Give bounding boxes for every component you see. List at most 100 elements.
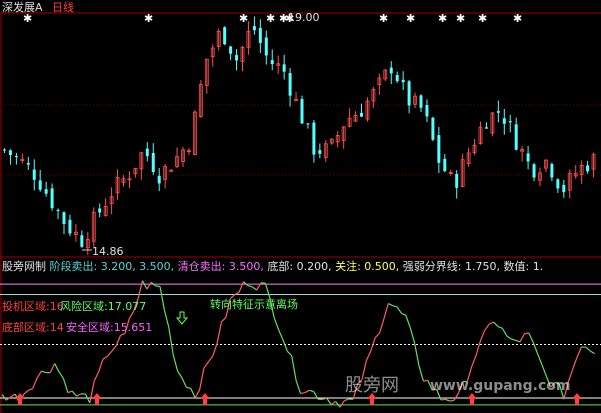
indicator-segment	[36, 370, 43, 379]
indicator-segment	[330, 401, 336, 406]
candlestick	[455, 174, 459, 188]
candlestick	[300, 99, 304, 124]
buy-arrow-up-icon	[200, 393, 210, 405]
period-label[interactable]: 日线	[52, 1, 74, 14]
candlestick	[532, 164, 536, 178]
indicator-segment	[484, 323, 490, 331]
indicator-segment	[541, 364, 547, 377]
buy-arrow-up-icon	[467, 393, 477, 405]
indicator-header: 股旁网制 阶段卖出: 3.200, 3.500, 清仓卖出: 3.500, 底部…	[2, 260, 543, 273]
indicator-segment	[378, 318, 385, 334]
indicator-segment	[344, 398, 350, 402]
indicator-segment	[532, 341, 539, 354]
candlestick	[550, 164, 554, 178]
signal-star-icon: ✱	[144, 12, 153, 25]
indicator-segment	[238, 281, 244, 293]
indicator-segment	[326, 397, 332, 405]
indicator-segment	[536, 353, 543, 365]
speculation-zone-label: 投机区域:16	[2, 300, 64, 313]
indicator-segment	[76, 393, 82, 397]
sell-arrow-down-icon	[175, 311, 189, 325]
candlestick	[229, 46, 233, 54]
risk-zone-label: 风险区域:17.077	[60, 300, 147, 313]
indicator-segment	[186, 386, 191, 389]
indicator-segment	[295, 380, 302, 394]
indicator-segment	[445, 398, 450, 402]
indicator-segment	[41, 370, 47, 374]
indicator-segment	[181, 377, 187, 388]
candlestick	[431, 117, 435, 140]
indicator-segment	[506, 335, 512, 340]
candlestick	[14, 155, 18, 157]
candlestick	[514, 124, 518, 150]
candlestick	[98, 208, 102, 213]
indicator-segment	[172, 354, 179, 372]
watch-value: 关注: 0.500,	[335, 260, 400, 273]
candlestick	[157, 175, 161, 184]
safe-zone-label: 安全区域:15.651	[66, 321, 153, 334]
indicator-segment	[203, 361, 209, 369]
indicator-segment	[111, 345, 117, 352]
indicator-segment	[339, 400, 345, 408]
indicator-segment	[286, 350, 293, 357]
indicator-segment	[304, 389, 310, 394]
indicator-segment	[168, 327, 174, 355]
indicator-segment	[1, 394, 7, 401]
indicator-segment	[515, 339, 521, 343]
indicator-segment	[409, 327, 416, 344]
candlestick	[586, 165, 590, 172]
candlestick	[318, 150, 322, 154]
candlestick	[8, 150, 12, 156]
watermark-url: www.gupang.com	[430, 378, 571, 394]
candlestick	[223, 27, 227, 45]
candlestick	[44, 189, 48, 194]
candlestick	[407, 81, 411, 106]
indicator-segment	[501, 327, 508, 337]
indicator-segment	[194, 389, 201, 399]
indicator-segment	[453, 392, 460, 401]
bottom-value: 底部: 0.200,	[267, 260, 332, 273]
indicator-segment	[23, 389, 29, 395]
signal-star-icon: ✱	[513, 12, 522, 25]
indicator-segment	[273, 317, 280, 330]
indicator-segment	[291, 355, 297, 381]
indicator-segment	[585, 346, 591, 352]
indicator-segment	[159, 286, 166, 311]
indicator-segment	[572, 357, 578, 370]
indicator-segment	[423, 379, 428, 382]
indicator-segment	[440, 398, 446, 401]
value-readout: 数值: 1.	[503, 260, 544, 273]
buy-arrow-up-icon	[92, 393, 102, 405]
signal-star-icon: ✱	[239, 12, 248, 25]
indicator-segment	[576, 346, 582, 358]
chart-canvas[interactable]: ✱ ✱ ✱ ✱ ✱✱ ✱ ✱ ✱ ✱ ✱ ✱	[0, 0, 601, 413]
indicator-segment	[141, 280, 148, 290]
indicator-segment	[247, 285, 253, 288]
candlestick	[419, 95, 423, 108]
indicator-segment	[300, 392, 305, 394]
indicator-segment	[449, 399, 455, 402]
indicator-segment	[102, 355, 108, 360]
indicator-segment	[6, 396, 12, 401]
indicator-segment	[418, 365, 424, 382]
indicator-segment	[264, 282, 271, 298]
candlestick	[62, 212, 66, 225]
candlestick	[401, 79, 405, 83]
candlestick	[502, 118, 506, 124]
indicator-segment	[365, 350, 372, 361]
indicator-segment	[524, 332, 529, 335]
indicator-segment	[335, 401, 341, 408]
indicator-segment	[374, 332, 380, 339]
candlestick	[270, 60, 274, 65]
candlestick	[288, 73, 292, 96]
indicator-segment	[278, 329, 284, 340]
indicator-segment	[309, 389, 314, 393]
signal-star-icon: ✱	[406, 12, 415, 25]
indicator-segment	[198, 367, 205, 391]
indicator-segment	[396, 306, 402, 314]
indicator-segment	[216, 321, 223, 344]
indicator-segment	[146, 281, 152, 290]
indicator-name[interactable]: 股旁网制	[2, 260, 46, 273]
indicator-segment	[93, 371, 100, 382]
indicator-segment	[221, 317, 227, 323]
